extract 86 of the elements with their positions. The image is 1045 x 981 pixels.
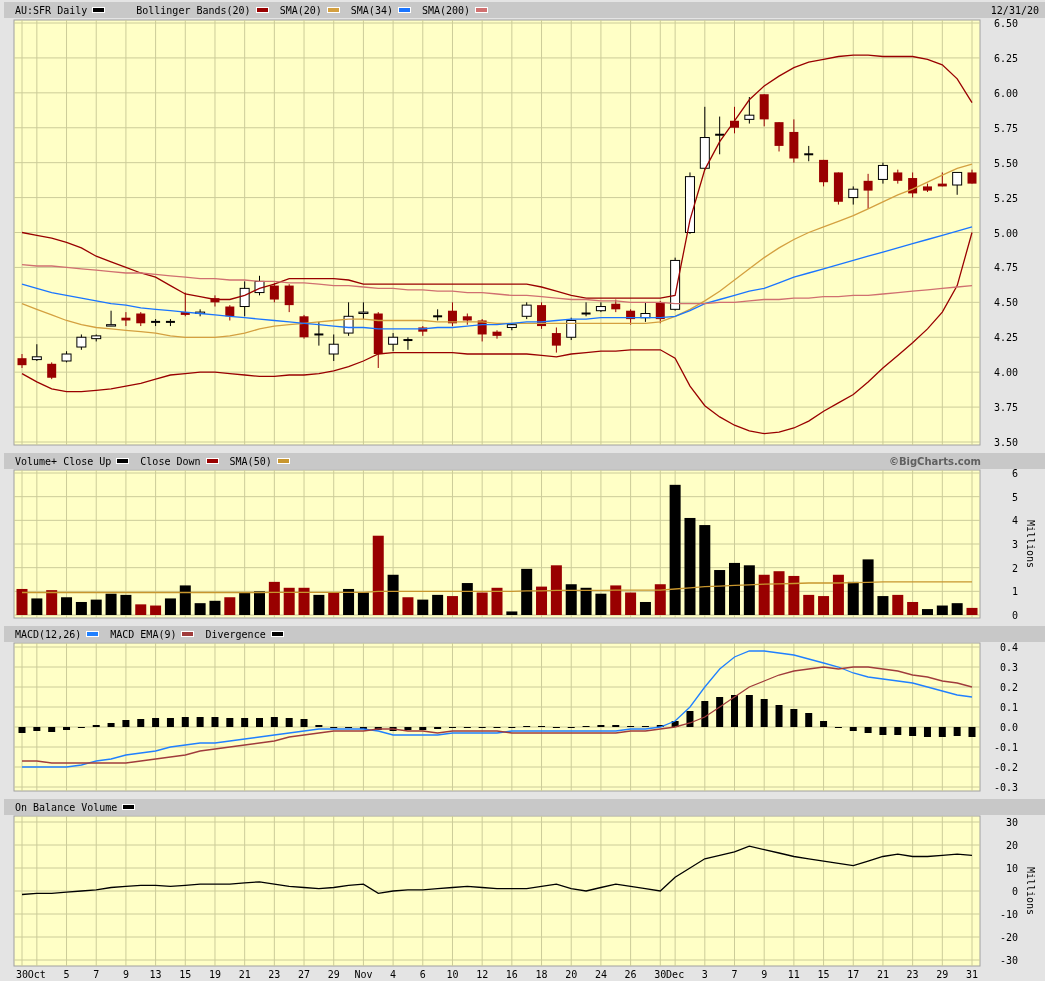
legend-label: On Balance Volume	[15, 801, 118, 813]
axis-label: 5.00	[993, 227, 1018, 239]
axis-label: 11	[787, 969, 800, 979]
axis-label: 10	[1005, 863, 1018, 874]
axis-label: 0.4	[999, 642, 1018, 653]
legend-label: Close Up	[63, 455, 112, 467]
axis-label: 0	[1011, 610, 1018, 620]
axis-label: 9	[761, 969, 768, 979]
axis-label: 3.75	[993, 402, 1018, 414]
legend-label: MACD EMA(9)	[110, 628, 177, 640]
axis-label: 6.25	[993, 52, 1018, 64]
axis-label: 12	[476, 969, 489, 979]
axis-label: -30	[999, 955, 1018, 966]
legend-label: SMA(50)	[229, 455, 272, 467]
axis-label: 15	[179, 969, 192, 979]
legend-label: AU:SFR Daily	[15, 4, 88, 16]
axis-label: Oct	[27, 969, 46, 979]
axis-label: 23	[268, 969, 281, 979]
axis-label: 15	[817, 969, 830, 979]
axis-label: 3	[701, 969, 708, 979]
axis-label: 0.2	[999, 682, 1018, 693]
axis-label: 7	[731, 969, 738, 979]
axis-label: -0.2	[993, 762, 1018, 773]
axis-label: 6	[1011, 469, 1018, 479]
axis-label: 2	[1011, 562, 1018, 574]
axis-label: 3.50	[993, 437, 1018, 447]
axis-label: 6	[419, 969, 426, 979]
axis-label: Dec	[666, 969, 685, 979]
axis-label: 19	[208, 969, 221, 979]
axis-label: 31	[966, 969, 978, 979]
axis-label: 4.50	[993, 297, 1018, 309]
axis-title: Millions	[1025, 866, 1036, 916]
axis-label: 20	[1005, 840, 1018, 851]
axis-label: 24	[594, 969, 607, 979]
axis-label: 5.25	[993, 192, 1018, 204]
legend-label: Bollinger Bands(20)	[136, 4, 251, 16]
axis-label: 5.75	[993, 122, 1018, 134]
axis-label: 29	[327, 969, 340, 979]
axis-label: 4	[1011, 515, 1018, 527]
axis-label: 20	[565, 969, 578, 979]
axis-label: -10	[999, 909, 1018, 920]
axis-label: 10	[446, 969, 459, 979]
axis-label: 1	[1011, 586, 1018, 598]
axis-label: -0.3	[993, 782, 1018, 793]
axis-label: 21	[238, 969, 251, 979]
axis-label: -20	[999, 932, 1018, 943]
axis-label: 0.3	[999, 662, 1018, 673]
axis-label: 26	[624, 969, 637, 979]
axis-label: 9	[122, 969, 129, 979]
legend-label: Close Down	[140, 455, 201, 467]
axis-label: 0	[1011, 886, 1018, 897]
axis-label: 29	[936, 969, 949, 979]
legend-label: SMA(200)	[421, 4, 471, 16]
axis-label: 30	[1005, 817, 1018, 828]
date-label: 12/31/20	[990, 4, 1039, 16]
axis-label: 5	[63, 969, 70, 979]
axis-label: -0.1	[993, 742, 1018, 753]
axis-label: 27	[298, 969, 311, 979]
axis-label: 4.25	[993, 332, 1018, 344]
legend-label: Divergence	[205, 628, 266, 640]
credit-text: ©BigCharts.com	[888, 455, 981, 467]
legend-label: MACD(12,26)	[15, 628, 82, 640]
axis-label: 17	[847, 969, 860, 979]
chart-title: Volume+	[15, 455, 58, 467]
axis-label: 4.75	[993, 262, 1018, 274]
axis-label: Nov	[354, 969, 373, 979]
axis-label: 23	[906, 969, 919, 979]
axis-label: 6.00	[993, 87, 1018, 99]
axis-label: 5	[1011, 491, 1018, 503]
axis-label: 18	[535, 969, 548, 979]
axis-label: 7	[93, 969, 100, 979]
axis-label: 0.1	[999, 702, 1018, 713]
axis-label: 5.50	[993, 157, 1018, 169]
axis-label: 4.00	[993, 367, 1018, 379]
axis-label: 4	[390, 969, 397, 979]
axis-label: 30	[16, 969, 28, 979]
axis-label: 16	[505, 969, 518, 979]
axis-label: 3	[1011, 539, 1018, 550]
axis-label: 0.0	[999, 722, 1018, 733]
legend-label: SMA(34)	[350, 4, 393, 16]
axis-label: 6.50	[993, 18, 1018, 29]
axis-label: 30	[654, 969, 667, 979]
legend-label: SMA(20)	[279, 4, 322, 16]
axis-label: 13	[149, 969, 162, 979]
axis-label: 21	[876, 969, 889, 979]
axis-title: Millions	[1025, 519, 1036, 569]
